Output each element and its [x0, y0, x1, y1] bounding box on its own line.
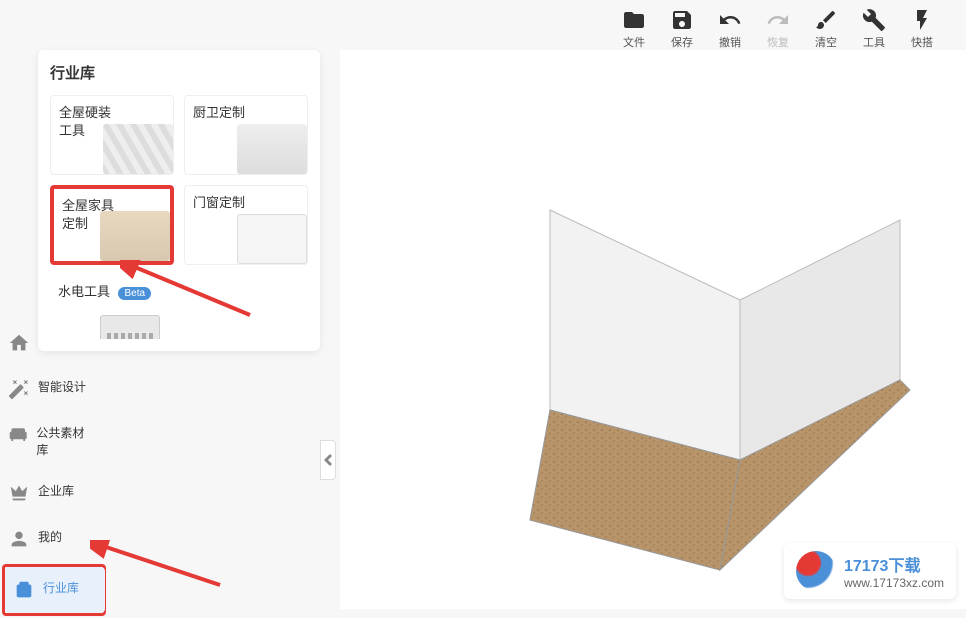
chevron-left-icon	[324, 454, 332, 466]
industry-library-panel: 行业库 全屋硬装 工具 厨卫定制 全屋家具 定制 门窗定制 水电工具 Beta	[38, 50, 320, 351]
thumb-panel-icon	[237, 214, 307, 264]
nav-hangyeku[interactable]: 行业库	[5, 567, 105, 613]
home-icon	[8, 332, 30, 354]
card-menchuang[interactable]: 门窗定制	[184, 185, 308, 265]
redo-icon	[766, 8, 790, 32]
card-quanwu-jiaju[interactable]: 全屋家具 定制	[50, 185, 174, 265]
thumb-kitchen-icon	[237, 124, 307, 174]
room-3d-view	[440, 180, 920, 600]
card-chuwei[interactable]: 厨卫定制	[184, 95, 308, 175]
watermark-brand: 17173下载	[844, 552, 944, 576]
card-label: 厨卫定制	[193, 104, 299, 122]
panel-title: 行业库	[50, 62, 308, 83]
card-label: 水电工具	[58, 284, 110, 299]
nav-wode[interactable]: 我的	[0, 516, 100, 562]
undo-label: 撤销	[719, 34, 741, 50]
undo-icon	[718, 8, 742, 32]
collapse-panel-button[interactable]	[320, 440, 336, 480]
save-label: 保存	[671, 34, 693, 50]
nav-qiyeku[interactable]: 企业库	[0, 470, 100, 516]
tools-button[interactable]: 工具	[850, 8, 898, 50]
crown-icon	[8, 482, 30, 504]
watermark-url: www.17173xz.com	[844, 576, 944, 590]
tools-label: 工具	[863, 34, 885, 50]
file-button[interactable]: 文件	[610, 8, 658, 50]
wrench-icon	[862, 8, 886, 32]
clear-button[interactable]: 清空	[802, 8, 850, 50]
person-icon	[8, 528, 30, 550]
save-button[interactable]: 保存	[658, 8, 706, 50]
watermark: 17173下载 www.17173xz.com	[784, 543, 956, 599]
design-canvas[interactable]	[340, 50, 966, 609]
bolt-icon	[910, 8, 934, 32]
folder-icon	[622, 8, 646, 32]
brush-icon	[814, 8, 838, 32]
sofa-icon	[8, 424, 28, 446]
nav-sucai[interactable]: 公共素材库	[0, 412, 100, 470]
nav-zhineng-label: 智能设计	[38, 378, 86, 395]
watermark-logo-icon	[796, 551, 836, 591]
card-label: 门窗定制	[193, 194, 299, 212]
beta-badge: Beta	[118, 287, 151, 300]
redo-button[interactable]: 恢复	[754, 8, 802, 50]
nav-qiyeku-label: 企业库	[38, 482, 74, 499]
nav-wode-label: 我的	[38, 528, 62, 545]
file-label: 文件	[623, 34, 645, 50]
thumb-electric-icon	[100, 315, 160, 339]
card-shuidian[interactable]: 水电工具 Beta	[50, 275, 182, 339]
redo-label: 恢复	[767, 34, 789, 50]
box-icon	[13, 579, 35, 601]
undo-button[interactable]: 撤销	[706, 8, 754, 50]
wand-icon	[8, 378, 30, 400]
left-navigation: 户型 智能设计 公共素材库 企业库 我的 行业库	[0, 320, 108, 618]
quick-button[interactable]: 快搭	[898, 8, 946, 50]
nav-hangyeku-label: 行业库	[43, 579, 79, 596]
save-icon	[670, 8, 694, 32]
quick-label: 快搭	[911, 34, 933, 50]
nav-zhineng[interactable]: 智能设计	[0, 366, 100, 412]
card-label: 全屋家具 定制	[62, 197, 162, 233]
clear-label: 清空	[815, 34, 837, 50]
nav-sucai-label: 公共素材库	[36, 424, 92, 458]
card-quanwu-yingzhuang[interactable]: 全屋硬装 工具	[50, 95, 174, 175]
card-label: 全屋硬装 工具	[59, 104, 165, 140]
annotation-arrow-2	[90, 540, 230, 590]
